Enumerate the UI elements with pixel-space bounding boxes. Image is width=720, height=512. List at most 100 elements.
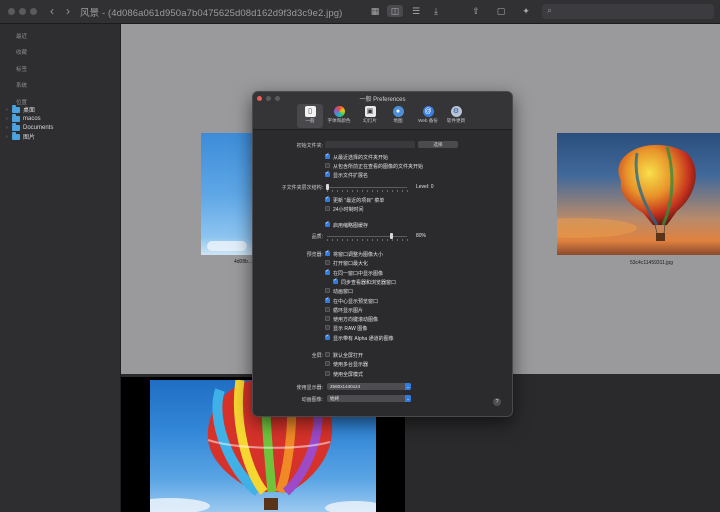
fullscreen-option-checkbox[interactable] [325, 361, 330, 367]
sidebar-item-documents[interactable]: › Documents [6, 123, 53, 132]
slider-track [327, 187, 407, 188]
viewer-label: 预览器: [306, 252, 323, 258]
checkbox-label: 同步查看器和浏览器窗口 [341, 279, 397, 286]
thumbnail-sky[interactable] [201, 133, 257, 255]
folder-icon [12, 123, 20, 131]
startup-folder-label: 初始文件夹: [296, 143, 323, 149]
viewer-option-checkbox[interactable] [325, 288, 330, 294]
close-window-button[interactable] [8, 8, 15, 15]
columns-icon[interactable]: ◫ [387, 5, 403, 17]
animation-label: 动画图像: [301, 397, 323, 403]
tab-label: 一般 [305, 118, 315, 123]
checkbox-label: 打开窗口最大化 [333, 261, 369, 268]
viewer-option-checkbox[interactable] [325, 333, 330, 340]
fullscreen-option-checkbox[interactable] [325, 370, 330, 376]
viewer-option-checkbox[interactable] [325, 268, 330, 275]
select-value: 2560x1440x24 [330, 384, 361, 389]
map-icon: ● [392, 106, 404, 117]
choose-folder-button[interactable]: 选择 [418, 141, 458, 148]
web-icon: @ [422, 106, 434, 117]
tab-fonts-colors[interactable]: 字体和颜色 [326, 104, 352, 128]
tab-slideshow[interactable]: ▣ 幻灯片 [357, 104, 383, 128]
checkbox-label: 动画窗口 [333, 289, 354, 296]
fullscreen-option-checkbox[interactable] [325, 352, 330, 357]
color-wheel-icon [333, 106, 345, 117]
viewer-option-checkbox[interactable] [333, 277, 338, 284]
slider-tick [372, 190, 373, 192]
slider-tick [392, 239, 393, 241]
sidebar-item-pictures[interactable]: › 图片 [6, 132, 35, 141]
tab-general[interactable]: ▯ 一般 [297, 104, 323, 128]
minimize-window-button[interactable] [19, 8, 26, 15]
sidebar-item-macos[interactable]: › macos [6, 114, 41, 123]
window-icon[interactable]: ▢ [493, 5, 509, 17]
list-icon[interactable]: ☰ [408, 5, 424, 17]
thumbnail-cache-checkbox[interactable] [325, 220, 330, 227]
update-icon: ⚙ [450, 106, 462, 117]
slider-tick [352, 190, 353, 192]
slider-tick [327, 190, 328, 192]
sidebar-item-desktop[interactable]: › 桌面 [6, 105, 35, 114]
sidebar-section-recent[interactable]: 最近 [16, 32, 27, 40]
slider-tick [357, 190, 358, 192]
zoom-window-button[interactable] [30, 8, 37, 15]
slider-tick [367, 239, 368, 241]
folder-icon [12, 114, 20, 122]
display-select[interactable]: 2560x1440x24 ⌄ [327, 383, 411, 390]
download-icon[interactable]: ⤓ [428, 5, 444, 17]
animation-select[interactable]: 始终 ⌄ [327, 395, 411, 402]
share-icon[interactable]: ⇪ [468, 5, 484, 17]
startup-folder-field[interactable] [325, 141, 415, 148]
info-icon[interactable]: ✦ [518, 5, 534, 17]
sidebar-item-label: 图片 [23, 135, 36, 141]
search-field[interactable]: ⌕ [542, 4, 714, 19]
viewer-option-checkbox[interactable] [325, 316, 330, 322]
forward-arrow-icon[interactable]: › [61, 4, 75, 18]
sidebar-section-tags[interactable]: 标签 [16, 65, 27, 73]
window-title: 风景 - (4d086a061d950a7b0475625d08d162d9f3… [80, 8, 343, 19]
recent-menu-checkbox[interactable] [325, 195, 330, 202]
slider-tick [397, 190, 398, 192]
grid-icon[interactable]: ▦ [367, 5, 383, 17]
show-extensions-checkbox[interactable] [325, 170, 330, 177]
tab-label: 幻灯片 [363, 118, 377, 123]
checkbox-label: 循环显示图片 [333, 307, 364, 314]
slider-tick [372, 239, 373, 241]
slider-tick [382, 190, 383, 192]
viewer-option-checkbox[interactable] [325, 325, 330, 331]
sidebar-section-system[interactable]: 系统 [16, 81, 27, 89]
tab-software-update[interactable]: ⚙ 软件更新 [443, 104, 469, 128]
sidebar-item-label: 桌面 [23, 108, 36, 114]
slider-tick [357, 239, 358, 241]
sidebar-section-favorites[interactable]: 收藏 [16, 48, 27, 56]
checkbox-label: 显示 RAW 图像 [333, 326, 368, 333]
slider-tick [377, 190, 378, 192]
quality-value: 80% [416, 233, 427, 239]
help-button[interactable]: ? [493, 398, 501, 406]
checkbox-label: 使用方向键滚动图像 [333, 317, 379, 324]
tab-web-backup[interactable]: @ Web 备份 [415, 104, 441, 128]
thumbnail-caption: 4d08b... [234, 259, 253, 265]
preferences-toolbar: 一般 Preferences ▯ 一般 字体和颜色 ▣ 幻灯片 ● 地图 @ W… [253, 92, 512, 130]
checkbox-label: 将窗口调整为图像大小 [333, 252, 384, 258]
viewer-option-checkbox[interactable] [325, 306, 330, 312]
checkbox-label: 使用全屏模式 [333, 371, 364, 378]
tab-label: 软件更新 [446, 118, 466, 123]
startup-check-current[interactable] [325, 163, 330, 168]
search-icon: ⌕ [547, 5, 553, 15]
viewer-option-checkbox[interactable] [325, 249, 330, 256]
viewer-option-checkbox[interactable] [325, 260, 330, 266]
thumbnail-balloon[interactable] [557, 133, 720, 255]
sidebar-item-label: Documents [23, 124, 54, 131]
tab-label: Web 备份 [418, 118, 438, 123]
tab-label: 字体和颜色 [327, 118, 351, 123]
viewer-option-checkbox[interactable] [325, 296, 330, 303]
24-hour-checkbox[interactable] [325, 206, 330, 211]
back-arrow-icon[interactable]: ‹ [45, 4, 59, 18]
checkbox-label: 在中心显示预览窗口 [333, 298, 379, 305]
checkbox-label: 显示带有 Alpha 通道的图像 [333, 335, 394, 342]
tab-map[interactable]: ● 地图 [385, 104, 411, 128]
slider-tick [387, 239, 388, 241]
startup-check-recent[interactable] [325, 152, 330, 159]
slider-tick [332, 239, 333, 241]
